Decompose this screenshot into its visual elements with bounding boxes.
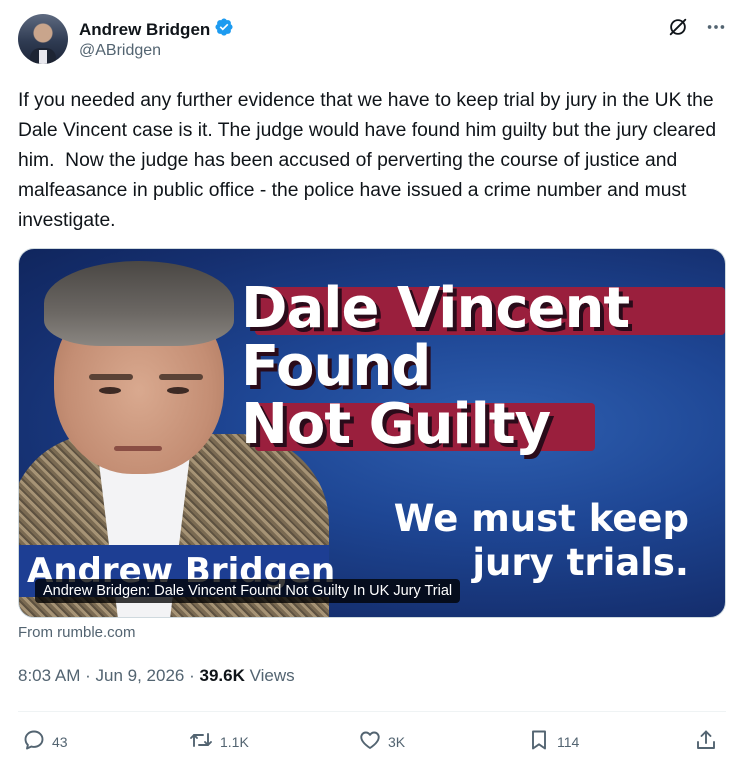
author-handle[interactable]: @ABridgen [79,42,161,60]
tweet-date[interactable]: Jun 9, 2026 [96,666,185,685]
repost-count: 1.1K [220,733,249,750]
repost-button[interactable]: 1.1K [188,728,249,755]
reply-icon [22,728,46,755]
photo-eye-left [99,387,121,394]
more-icon[interactable] [705,16,727,38]
author-display-name[interactable]: Andrew Bridgen [79,20,210,40]
card-subline-1: We must keep [393,497,689,540]
card-subline-2: jury trials. [472,541,689,584]
views-label: Views [249,666,295,685]
meta-separator: · [189,666,195,685]
like-count: 3K [388,733,406,750]
tweet-meta: 8:03 AM · Jun 9, 2026 · 39.6K Views [18,666,295,686]
share-icon [694,728,718,755]
meta-separator: · [85,666,91,685]
photo-brow-right [159,374,203,380]
photo-eye-right [167,387,189,394]
bookmark-icon [527,728,551,755]
verified-badge-icon[interactable] [214,17,234,42]
card-source[interactable]: From rumble.com [18,624,136,641]
photo-brow-left [89,374,133,380]
author-name-row: Andrew Bridgen [79,17,234,42]
headline-line-2: Found [241,334,431,399]
like-button[interactable]: 3K [358,728,405,755]
share-button[interactable] [694,728,718,755]
views-count: 39.6K [199,666,245,685]
media-caption[interactable]: Andrew Bridgen: Dale Vincent Found Not G… [35,579,461,603]
tweet-time[interactable]: 8:03 AM [18,666,80,685]
reply-count: 43 [52,733,68,750]
card-headline: Dale Vincent Found Not Guilty [241,276,725,455]
bookmark-button[interactable]: 114 [527,728,579,755]
divider [18,711,726,712]
bookmark-count: 114 [557,733,580,750]
headline-line-wrap: Dale Vincent [241,276,725,341]
headline-line-3: Not Guilty [241,392,551,457]
photo-mouth [114,446,162,451]
headline-line-1: Dale Vincent [241,276,630,341]
action-bar: 43 1.1K 3K 114 [22,728,722,754]
photo-hair [44,261,234,346]
header-actions [667,16,727,38]
heart-icon [358,728,382,755]
tweet-text: If you needed any further evidence that … [18,90,722,231]
author-avatar[interactable] [18,14,68,64]
media-card[interactable]: Dale Vincent Found Not Guilty We must ke… [18,248,726,618]
avatar-shirt [39,50,47,64]
headline-line-wrap: Found [241,337,629,397]
grok-icon[interactable] [667,16,689,38]
tweet-header: Andrew Bridgen @ABridgen [18,14,727,66]
reply-button[interactable]: 43 [22,728,68,755]
repost-icon [188,728,214,755]
headline-line-wrap: Not Guilty [241,395,629,455]
